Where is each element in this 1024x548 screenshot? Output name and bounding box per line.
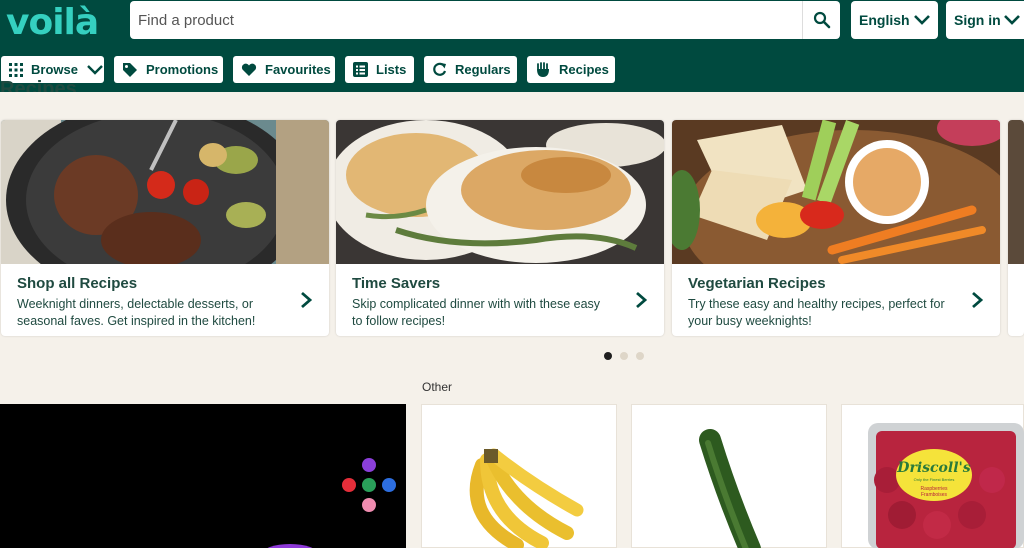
product-card[interactable]: [421, 404, 617, 548]
chevron-down-icon: [1004, 15, 1020, 25]
product-card[interactable]: [631, 404, 827, 548]
signin-label: Sign in: [954, 12, 1001, 28]
recipe-card[interactable]: Vegetarian Recipes Try these easy and he…: [672, 120, 1000, 336]
raspberries-image: Driscoll's Only the Finest Berries Raspb…: [868, 423, 1024, 548]
heart-icon: [241, 63, 257, 77]
language-label: English: [859, 12, 910, 28]
carousel-dot[interactable]: [636, 352, 644, 360]
veggie-platter-image: [672, 120, 1000, 264]
carousel-dot[interactable]: [604, 352, 612, 360]
chevron-down-icon: [87, 64, 103, 75]
list-icon: [353, 62, 368, 77]
nav-promotions[interactable]: Promotions: [114, 56, 223, 83]
refresh-icon: [432, 62, 447, 77]
recipe-card[interactable]: Shop all Recipes Weeknight dinners, dele…: [1, 120, 329, 336]
recipe-card-partial[interactable]: [1008, 120, 1024, 336]
nav-regulars-label: Regulars: [455, 62, 511, 77]
chevron-right-icon[interactable]: [634, 290, 648, 310]
carousel-pagination: [604, 352, 644, 360]
chevron-right-icon[interactable]: [299, 290, 313, 310]
search-input[interactable]: [130, 1, 802, 39]
tag-icon: [122, 62, 138, 78]
search-icon: [813, 11, 830, 29]
grid-icon: [9, 62, 23, 77]
product-card[interactable]: Driscoll's Only the Finest Berries Raspb…: [841, 404, 1024, 548]
recipe-card-title: Time Savers: [352, 275, 441, 292]
stuffed-chicken-image: [336, 120, 664, 264]
recipe-card-description: Try these easy and healthy recipes, perf…: [688, 297, 945, 328]
language-selector[interactable]: English: [851, 1, 938, 39]
search-button[interactable]: [802, 1, 840, 39]
recipe-card[interactable]: Time Savers Skip complicated dinner with…: [336, 120, 664, 336]
chevron-right-icon[interactable]: [970, 290, 984, 310]
app-logo-graphic: [267, 458, 396, 548]
nav-lists-label: Lists: [376, 62, 407, 77]
search-bar: [130, 1, 840, 39]
nav-recipes-label: Recipes: [559, 62, 609, 77]
logo[interactable]: voilà: [6, 2, 99, 43]
recipe-card-title: Shop all Recipes: [17, 275, 138, 292]
recipe-card-description: Weeknight dinners, delectable desserts, …: [17, 297, 256, 328]
raspberries-variety-fr-text: Framboises: [921, 492, 948, 498]
section-title: Recipes: [0, 78, 77, 92]
signin-button[interactable]: Sign in: [946, 1, 1024, 39]
carousel-dot[interactable]: [620, 352, 628, 360]
nav-regulars[interactable]: Regulars: [424, 56, 517, 83]
chevron-down-icon: [914, 15, 930, 25]
recipe-card-title: Vegetarian Recipes: [688, 275, 826, 292]
recipe-card-description: Skip complicated dinner with with these …: [352, 297, 601, 328]
grilled-meat-image: [1, 120, 329, 264]
nav-favourites-label: Favourites: [265, 62, 331, 77]
nav-favourites[interactable]: Favourites: [233, 56, 335, 83]
nav-browse-label: Browse: [31, 62, 78, 77]
raspberries-tagline-text: Only the Finest Berries: [914, 477, 955, 482]
section-label: Other: [422, 380, 453, 394]
nav-promotions-label: Promotions: [146, 62, 219, 77]
bananas-image: [469, 448, 584, 548]
video-banner[interactable]: [0, 404, 406, 548]
raspberries-brand-text: Driscoll's: [896, 460, 971, 476]
cucumber-image: [699, 429, 761, 548]
recipe-icon: [535, 61, 551, 78]
nav-recipes[interactable]: Recipes: [527, 56, 615, 83]
nav-lists[interactable]: Lists: [345, 56, 414, 83]
header: voilà English Sign in: [0, 0, 1024, 92]
recipe-image-partial: [1008, 120, 1024, 264]
